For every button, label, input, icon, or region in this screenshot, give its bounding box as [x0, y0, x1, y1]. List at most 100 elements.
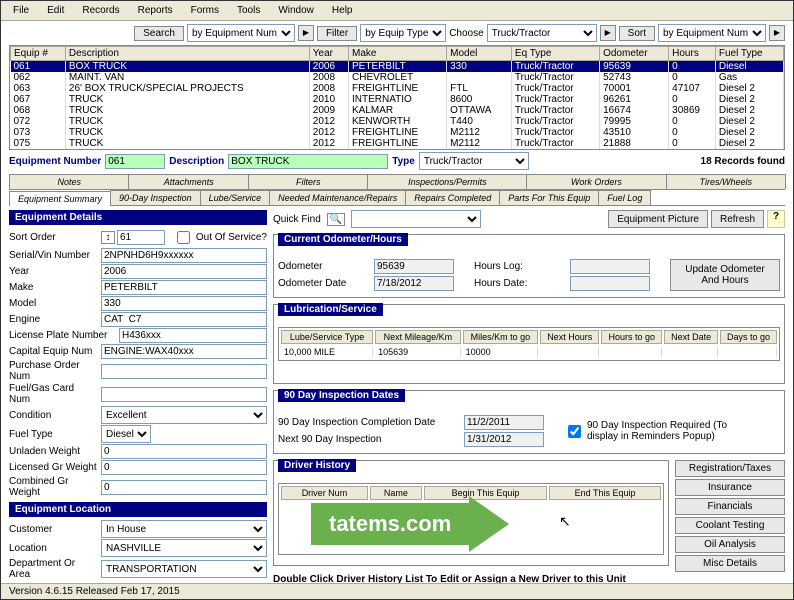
financials-button[interactable]: Financials [675, 498, 785, 515]
oil-button[interactable]: Oil Analysis [675, 536, 785, 553]
col-header[interactable]: Eq Type [511, 47, 599, 61]
col-header[interactable]: Description [65, 47, 309, 61]
equipment-grid[interactable]: Equip #DescriptionYearMakeModelEq TypeOd… [9, 45, 785, 150]
tab-needed-maint[interactable]: Needed Maintenance/Repairs [269, 190, 406, 205]
menu-window[interactable]: Window [270, 3, 322, 18]
lube-grid[interactable]: Lube/Service TypeNext Mileage/KmMiles/Km… [278, 327, 780, 361]
make-field[interactable] [101, 280, 267, 295]
col-header[interactable]: Model [447, 47, 512, 61]
department-select[interactable]: TRANSPORTATION [101, 560, 267, 578]
table-row[interactable]: 068TRUCK2009KALMAROTTAWATruck/Tractor166… [11, 105, 784, 116]
out-of-service-label: Out Of Service? [196, 232, 267, 243]
search-by-select[interactable]: by Equipment Num [187, 24, 295, 42]
registration-button[interactable]: Registration/Taxes [675, 460, 785, 477]
ninety-next-field[interactable] [464, 432, 544, 447]
menu-tools[interactable]: Tools [229, 3, 268, 18]
capequip-field[interactable] [101, 344, 267, 359]
description-label: Description [169, 156, 224, 167]
customer-label: Customer [9, 524, 101, 535]
col-header[interactable]: Year [309, 47, 348, 61]
help-icon[interactable]: ? [767, 210, 785, 228]
tab-equipment-summary[interactable]: Equipment Summary [9, 191, 111, 206]
year-field[interactable] [101, 264, 267, 279]
records-found: 18 Records found [701, 156, 785, 167]
tab-workorders[interactable]: Work Orders [526, 174, 666, 189]
vin-field[interactable] [101, 248, 267, 263]
choose-label: Choose [449, 28, 483, 39]
misc-button[interactable]: Misc Details [675, 555, 785, 572]
fueltype-label: Fuel Type [9, 429, 101, 440]
sort-order-field[interactable] [117, 230, 165, 245]
po-field[interactable] [101, 364, 267, 379]
coolant-button[interactable]: Coolant Testing [675, 517, 785, 534]
sort-spinner-icon[interactable]: ↕ [101, 231, 115, 244]
menu-edit[interactable]: Edit [39, 3, 72, 18]
table-row[interactable]: 061BOX TRUCK2006PETERBILT330Truck/Tracto… [11, 61, 784, 73]
filter-go-icon[interactable]: ▶ [600, 25, 616, 41]
ninety-required-checkbox[interactable] [568, 425, 581, 438]
combgr-field[interactable] [101, 480, 267, 495]
table-row[interactable]: 06326' BOX TRUCK/SPECIAL PROJECTS2008FRE… [11, 83, 784, 94]
lubrication-panel: Lubrication/Service Lube/Service TypeNex… [273, 304, 785, 384]
equipment-picture-button[interactable]: Equipment Picture [608, 210, 708, 228]
unladen-field[interactable] [101, 444, 267, 459]
po-label: Purchase Order Num [9, 360, 101, 382]
tab-fuel-log[interactable]: Fuel Log [598, 190, 651, 205]
condition-select[interactable]: Excellent [101, 406, 267, 424]
tab-filters[interactable]: Filters [248, 174, 368, 189]
out-of-service-checkbox[interactable] [177, 231, 190, 244]
location-select[interactable]: NASHVILLE [101, 539, 267, 557]
menu-forms[interactable]: Forms [183, 3, 227, 18]
tab-attachments[interactable]: Attachments [128, 174, 248, 189]
col-header[interactable]: Equip # [11, 47, 66, 61]
sort-by-select[interactable]: by Equipment Num [658, 24, 766, 42]
refresh-button[interactable]: Refresh [711, 210, 764, 228]
col-header[interactable]: Fuel Type [715, 47, 783, 61]
col-header[interactable]: Hours [669, 47, 716, 61]
insurance-button[interactable]: Insurance [675, 479, 785, 496]
sort-button[interactable]: Sort [619, 26, 655, 41]
col-header[interactable]: Odometer [600, 47, 669, 61]
table-row[interactable]: 067TRUCK2010INTERNATIO8600Truck/Tractor9… [11, 94, 784, 105]
description-field[interactable] [228, 154, 388, 169]
plate-field[interactable] [119, 328, 267, 343]
table-row[interactable]: 073TRUCK2012FREIGHTLINEM2112Truck/Tracto… [11, 127, 784, 138]
tab-inspections[interactable]: Inspections/Permits [367, 174, 527, 189]
tab-tires[interactable]: Tires/Wheels [666, 174, 786, 189]
licgr-field[interactable] [101, 460, 267, 475]
fuelcard-field[interactable] [101, 387, 267, 402]
table-row[interactable]: 072TRUCK2012KENWORTHT440Truck/Tractor799… [11, 116, 784, 127]
update-odometer-button[interactable]: Update Odometer And Hours [670, 259, 780, 291]
tab-lube[interactable]: Lube/Service [200, 190, 271, 205]
model-field[interactable] [101, 296, 267, 311]
fueltype-select[interactable]: Diesel [101, 425, 151, 443]
filter-button[interactable]: Filter [317, 26, 357, 41]
sort-go-icon[interactable]: ▶ [769, 25, 785, 41]
ninety-comp-field[interactable] [464, 415, 544, 430]
ododate-field [374, 276, 454, 291]
search-button[interactable]: Search [134, 26, 184, 41]
tab-parts[interactable]: Parts For This Equip [499, 190, 599, 205]
search-go-icon[interactable]: ▶ [298, 25, 314, 41]
table-row[interactable]: 062MAINT. VAN2008CHEVROLETTruck/Tractor5… [11, 72, 784, 83]
tab-notes[interactable]: Notes [9, 174, 129, 189]
engine-field[interactable] [101, 312, 267, 327]
type-select[interactable]: Truck/Tractor [419, 152, 529, 170]
tab-repairs-completed[interactable]: Repairs Completed [405, 190, 500, 205]
ninety-day-header: 90 Day Inspection Dates [278, 389, 405, 402]
table-row[interactable]: 075TRUCK2012FREIGHTLINEM2112Truck/Tracto… [11, 138, 784, 149]
customer-select[interactable]: In House [101, 520, 267, 538]
menu-file[interactable]: File [5, 3, 37, 18]
equip-num-field[interactable] [105, 154, 165, 169]
table-row[interactable]: 10,000 MILE10563910000 [281, 346, 777, 358]
quickfind-select[interactable] [351, 210, 481, 228]
search-icon[interactable]: 🔍 [327, 213, 345, 226]
ninety-comp-label: 90 Day Inspection Completion Date [278, 417, 458, 428]
choose-select[interactable]: Truck/Tractor [487, 24, 597, 42]
filter-by-select[interactable]: by Equip Type [360, 24, 446, 42]
menu-help[interactable]: Help [324, 3, 361, 18]
menu-records[interactable]: Records [74, 3, 127, 18]
menu-reports[interactable]: Reports [130, 3, 181, 18]
col-header[interactable]: Make [349, 47, 447, 61]
tab-90day[interactable]: 90-Day Inspection [110, 190, 201, 205]
